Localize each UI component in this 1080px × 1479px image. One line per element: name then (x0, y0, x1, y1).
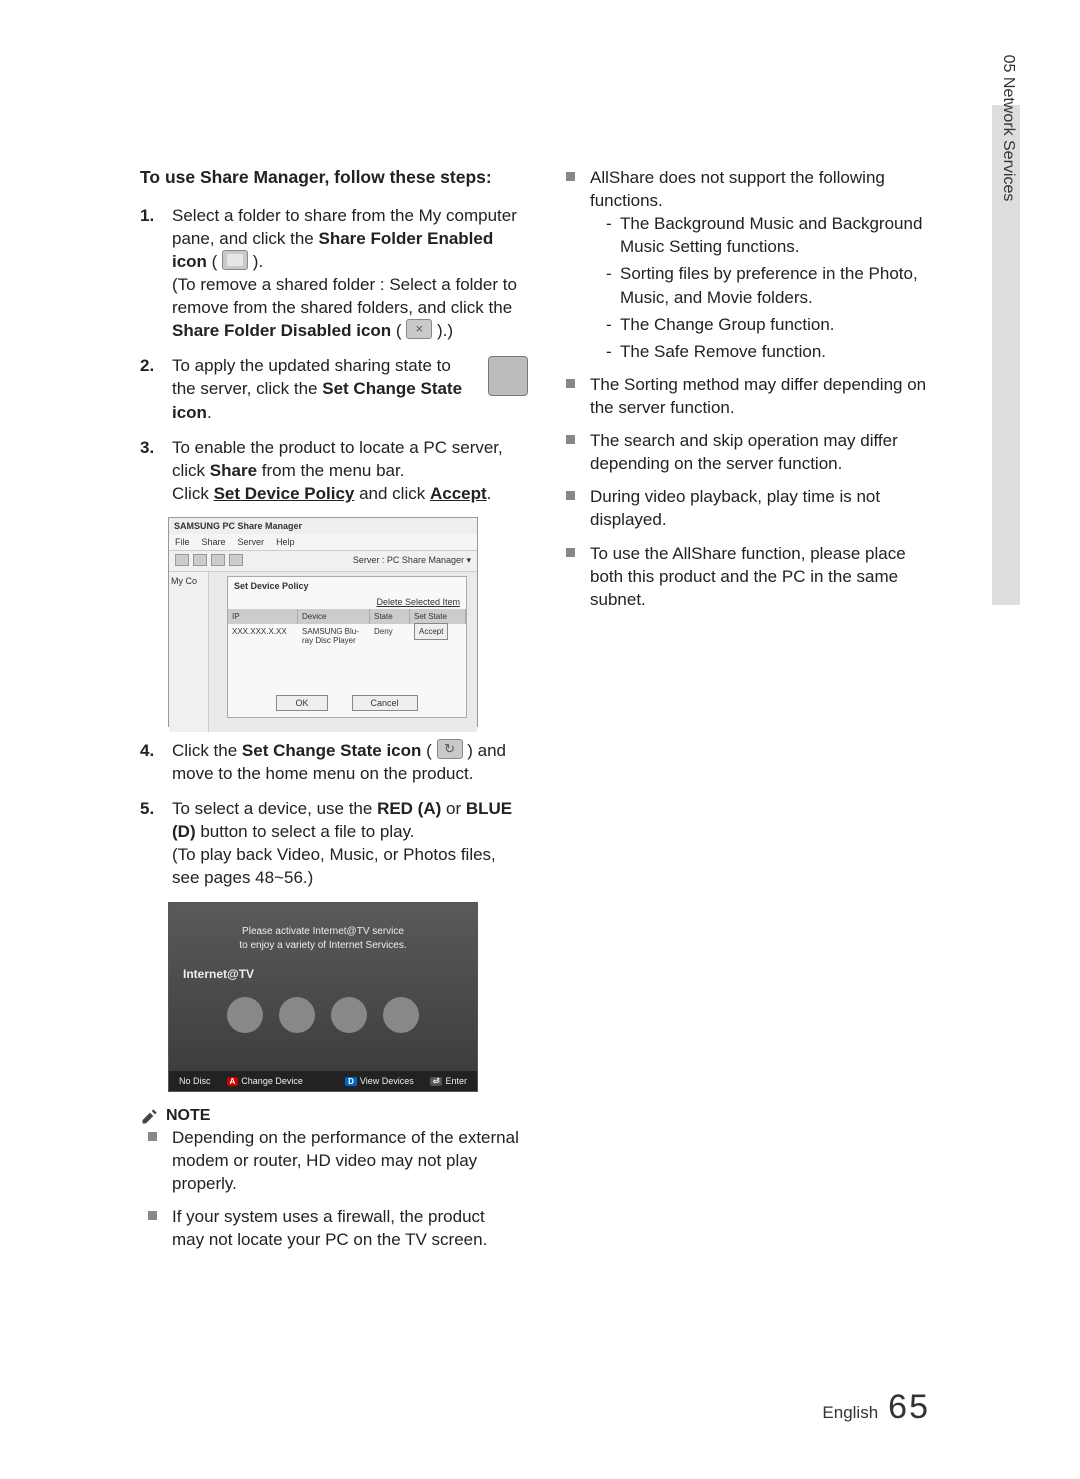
step-4: Click the Set Change State icon ( ) and … (140, 739, 520, 785)
dash-bullet: Sorting files by preference in the Photo… (606, 262, 938, 308)
chapter-tab-label: 05 Network Services (999, 55, 1017, 202)
note-icon (140, 1106, 160, 1126)
cancel-button: Cancel (352, 695, 418, 711)
internet-tv-label: Internet@TV (169, 961, 477, 987)
set-device-policy-popup: Set Device Policy Delete Selected Item I… (227, 576, 467, 718)
policy-table-head: IP Device State Set State (228, 609, 466, 624)
page-number: 65 (888, 1388, 930, 1427)
tv-service-icon (331, 997, 367, 1033)
ok-button: OK (276, 695, 327, 711)
dash-bullet: The Safe Remove function. (606, 340, 938, 363)
dialog-menubar: File Share Server Help (169, 534, 477, 551)
step-1: Select a folder to share from the My com… (140, 204, 520, 343)
page-footer: English 65 (822, 1388, 930, 1427)
tv-service-icon (227, 997, 263, 1033)
note-bullet: During video playback, play time is not … (564, 485, 938, 531)
dialog-side: My Co (169, 572, 209, 732)
note-bullet: If your system uses a firewall, the prod… (146, 1205, 520, 1251)
share-manager-dialog: SAMSUNG PC Share Manager File Share Serv… (168, 517, 478, 727)
internet-tv-screenshot: Please activate Internet@TV service to e… (168, 902, 478, 1092)
tv-service-icon (383, 997, 419, 1033)
step-2: To apply the updated sharing state to th… (140, 354, 520, 423)
chapter-tab: 05 Network Services (992, 105, 1020, 605)
note-bullet: The search and skip operation may differ… (564, 429, 938, 475)
accept-button: Accept (414, 623, 448, 640)
dash-bullet: The Background Music and Background Musi… (606, 212, 938, 258)
policy-table-row: XXX.XXX.X.XX SAMSUNG Blu-ray Disc Player… (228, 624, 466, 648)
note-bullet: To use the AllShare function, please pla… (564, 542, 938, 611)
set-change-state-icon-small (437, 739, 463, 759)
step-5: To select a device, use the RED (A) or B… (140, 797, 520, 889)
dialog-title: SAMSUNG PC Share Manager (169, 518, 477, 534)
dash-bullet: The Change Group function. (606, 313, 938, 336)
tv-bottom-bar: No Disc AChange Device DView Devices ⏎En… (169, 1071, 477, 1091)
dialog-toolbar: Server : PC Share Manager ▾ (169, 551, 477, 572)
delete-selected-link: Delete Selected Item (228, 595, 466, 609)
share-folder-enabled-icon (222, 250, 248, 270)
share-folder-disabled-icon (406, 319, 432, 339)
note-bullet: Depending on the performance of the exte… (146, 1126, 520, 1195)
note-bullet: The Sorting method may differ depending … (564, 373, 938, 419)
tv-service-icon (279, 997, 315, 1033)
footer-language: English (822, 1403, 878, 1423)
step-3: To enable the product to locate a PC ser… (140, 436, 520, 505)
note-bullet: AllShare does not support the following … (564, 166, 938, 363)
section-heading: To use Share Manager, follow these steps… (140, 166, 520, 190)
set-change-state-icon (488, 356, 528, 396)
note-heading: NOTE (140, 1106, 520, 1126)
